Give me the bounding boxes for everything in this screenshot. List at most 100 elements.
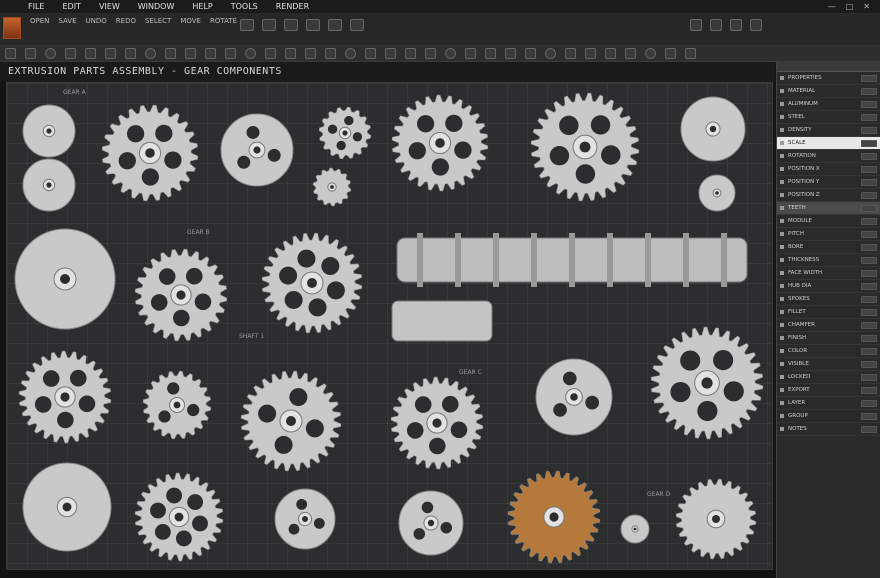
property-value-field[interactable] [861,347,877,355]
property-value-field[interactable] [861,386,877,394]
property-value-field[interactable] [861,425,877,433]
property-value-field[interactable] [861,295,877,303]
zoom-fit-icon[interactable] [665,48,676,59]
property-row[interactable]: LAYER [777,397,880,410]
ring-part[interactable] [398,490,464,556]
property-row[interactable]: EXPORT [777,384,880,397]
property-value-field[interactable] [861,139,877,147]
measure-icon[interactable] [125,48,136,59]
zoom-icon[interactable] [165,48,176,59]
property-row[interactable]: POSITION X [777,163,880,176]
rotate-icon[interactable] [45,48,56,59]
share-icon[interactable] [645,48,656,59]
show-icon[interactable] [405,48,416,59]
spur-gear[interactable] [675,478,757,560]
target-icon[interactable] [685,48,696,59]
shaded-icon[interactable] [305,48,316,59]
spur-gear[interactable] [261,232,363,334]
property-row[interactable]: HUB DIA [777,280,880,293]
spur-gear[interactable] [391,94,489,192]
property-row[interactable]: SCALE [777,137,880,150]
sphere-icon[interactable] [284,19,298,31]
property-row[interactable]: FINISH [777,332,880,345]
spur-gear[interactable] [134,248,228,342]
grid-icon[interactable] [105,48,116,59]
spur-gear[interactable] [142,370,212,440]
property-value-field[interactable] [861,100,877,108]
menu-item[interactable]: RENDER [276,2,309,11]
property-row[interactable]: STEEL [777,111,880,124]
spur-gear[interactable] [507,470,601,564]
front-view-icon[interactable] [205,48,216,59]
top-view-icon[interactable] [225,48,236,59]
property-row[interactable]: POSITION Y [777,176,880,189]
side-view-icon[interactable] [245,48,256,59]
ring-part[interactable] [22,158,76,212]
property-row[interactable]: NOTES [777,423,880,436]
help-icon[interactable] [750,19,762,31]
section-icon[interactable] [565,48,576,59]
group-icon[interactable] [465,48,476,59]
property-value-field[interactable] [861,243,877,251]
close-icon[interactable]: ✕ [863,2,870,11]
property-row[interactable]: LOCKED [777,371,880,384]
property-value-field[interactable] [861,126,877,134]
ungroup-icon[interactable] [485,48,496,59]
unlock-icon[interactable] [445,48,456,59]
spur-gear[interactable] [530,92,640,202]
export-icon[interactable] [585,48,596,59]
property-value-field[interactable] [861,399,877,407]
property-row[interactable]: PITCH [777,228,880,241]
property-value-field[interactable] [861,113,877,121]
property-value-field[interactable] [861,321,877,329]
scale-icon[interactable] [65,48,76,59]
render-icon[interactable] [730,19,742,31]
cube-icon[interactable] [240,19,254,31]
cylinder-icon[interactable] [262,19,276,31]
toolbar-button[interactable]: ROTATE [210,17,237,25]
ring-part[interactable] [22,104,76,158]
toolbar-button[interactable]: OPEN [30,17,49,25]
property-value-field[interactable] [861,334,877,342]
settings-icon[interactable] [690,19,702,31]
property-row[interactable]: CHAMFER [777,319,880,332]
array-icon[interactable] [545,48,556,59]
import-icon[interactable] [605,48,616,59]
property-row[interactable]: TEETH [777,202,880,215]
toolbar-button[interactable]: SELECT [145,17,171,25]
toolbar-button[interactable]: REDO [116,17,136,25]
property-value-field[interactable] [861,191,877,199]
toolbar-button[interactable]: MOVE [180,17,201,25]
menu-item[interactable]: VIEW [99,2,120,11]
document-tab[interactable]: EXTRUSION PARTS ASSEMBLY - GEAR COMPONEN… [0,62,775,82]
property-row[interactable]: FILLET [777,306,880,319]
spur-gear[interactable] [312,167,352,207]
property-value-field[interactable] [861,178,877,186]
property-row[interactable]: DENSITY [777,124,880,137]
iso-view-icon[interactable] [265,48,276,59]
property-value-field[interactable] [861,412,877,420]
maximize-icon[interactable]: □ [846,2,854,11]
property-value-field[interactable] [861,230,877,238]
minimize-icon[interactable]: — [828,2,836,11]
ring-part[interactable] [698,174,736,212]
ring-part[interactable] [680,96,746,162]
property-row[interactable]: FACE WIDTH [777,267,880,280]
mirror-icon[interactable] [525,48,536,59]
light-icon[interactable] [325,48,336,59]
property-value-field[interactable] [861,152,877,160]
lock-icon[interactable] [425,48,436,59]
property-row[interactable]: SPOKES [777,293,880,306]
shaft-part[interactable] [391,233,748,342]
property-row[interactable]: POSITION Z [777,189,880,202]
material-icon[interactable] [345,48,356,59]
spur-gear[interactable] [318,106,372,160]
housing-part[interactable] [22,462,112,552]
property-row[interactable]: GROUP [777,410,880,423]
property-value-field[interactable] [861,204,877,212]
property-row[interactable]: PROPERTIES [777,72,880,85]
property-value-field[interactable] [861,165,877,173]
snap-icon[interactable] [85,48,96,59]
link-part[interactable] [274,488,336,550]
property-value-field[interactable] [861,269,877,277]
